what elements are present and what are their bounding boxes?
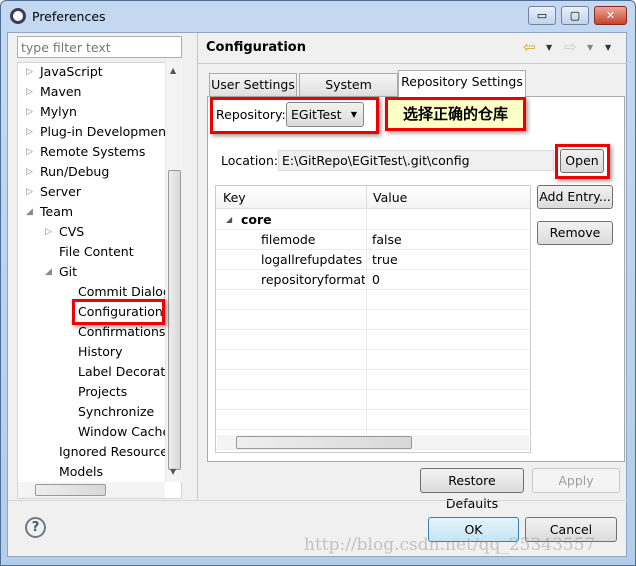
expand-icon[interactable]: ◢ [226,210,232,229]
column-value[interactable]: Value [373,190,407,205]
location-label: Location: [221,153,279,168]
value-cell: false [372,232,402,247]
scroll-up-icon[interactable]: ▲ [170,66,176,75]
tree-item[interactable]: Remote Systems [40,142,145,162]
value-cell: true [372,252,398,267]
table-header: Key Value [216,186,530,209]
apply-button[interactable]: Apply [532,468,620,493]
callout-note: 选择正确的仓库 [385,97,526,131]
tree-item[interactable]: Run/Debug [40,162,109,182]
tree-item[interactable]: Models [59,462,103,482]
splitter[interactable] [197,33,198,500]
back-dropdown-icon[interactable]: ▼ [546,43,552,52]
tree-item[interactable]: Server [40,182,81,202]
help-icon[interactable]: ? [25,517,46,538]
highlight-open [555,144,610,179]
tree-horizontal-scrollbar[interactable] [18,482,165,498]
tab-repository-settings[interactable]: Repository Settings [398,70,526,97]
tree-item[interactable]: File Content [59,242,134,262]
location-field[interactable]: E:\GitRepo\EGitTest\.git\config [278,150,554,171]
empty-row [216,350,530,370]
view-menu-icon[interactable]: ▼ [605,43,611,52]
config-table: Key Value ◢ core filemode false logallrefu… [215,185,531,453]
tree-item[interactable]: History [78,342,122,362]
add-entry-button[interactable]: Add Entry... [537,185,613,209]
key-cell: repositoryformatversion [261,272,365,287]
preference-tree: ▷ JavaScript ▷ Maven ▷ Mylyn ▷ Plug-in Developm… [17,62,182,499]
eclipse-icon [10,8,26,24]
expand-arrow-icon[interactable]: ▷ [26,147,33,157]
maximize-button[interactable]: ▢ [561,6,589,25]
tree-item[interactable]: Synchronize [78,402,154,422]
collapse-arrow-icon[interactable]: ◢ [45,267,52,277]
header-divider [198,63,627,64]
window-title: Preferences [32,9,106,24]
empty-row [216,330,530,350]
table-row[interactable]: logallrefupdates true [216,250,530,270]
minimize-button[interactable]: ▭ [528,6,556,25]
h-scroll-thumb[interactable] [35,484,106,496]
empty-row [216,390,530,410]
expand-arrow-icon[interactable]: ▷ [26,67,33,77]
table-row[interactable]: repositoryformatversion 0 [216,270,530,290]
tree-item[interactable]: Team [40,202,73,222]
tree-item[interactable]: Window Cache [78,422,170,442]
tree-item[interactable]: Ignored Resources [59,442,175,462]
forward-dropdown-icon[interactable]: ▼ [587,43,593,52]
highlight-repository [210,97,379,134]
tree-vertical-scrollbar[interactable]: ▲ ▼ [165,62,182,482]
watermark: http://blog.csdn.net/qq_25343557 [304,535,596,555]
column-key[interactable]: Key [223,190,246,205]
filter-input[interactable] [17,36,182,58]
expand-arrow-icon[interactable]: ▷ [26,127,33,137]
empty-row [216,370,530,390]
tree-item[interactable]: Mylyn [40,102,77,122]
section-name: core [241,212,272,227]
key-cell: logallrefupdates [261,252,363,267]
restore-defaults-button[interactable]: Restore Defaults [420,468,524,511]
tab-user-settings[interactable]: User Settings [209,73,297,96]
scroll-down-icon[interactable]: ▼ [170,467,176,476]
column-divider [366,186,367,209]
empty-row [216,410,530,430]
empty-row [216,310,530,330]
empty-row [216,430,530,450]
collapse-arrow-icon[interactable]: ◢ [26,207,33,217]
scroll-thumb[interactable] [168,170,181,470]
expand-arrow-icon[interactable]: ▷ [26,167,33,177]
expand-arrow-icon[interactable]: ▷ [26,107,33,117]
tab-system-settings[interactable]: System Settings [299,73,398,114]
expand-arrow-icon[interactable]: ▷ [26,87,33,97]
expand-arrow-icon[interactable]: ▷ [45,227,52,237]
back-arrow-icon[interactable]: ⇦ [523,38,536,56]
tree-item[interactable]: JavaScript [40,63,103,82]
expand-arrow-icon[interactable]: ▷ [26,187,33,197]
tree-item[interactable]: Plug-in Development [40,122,171,142]
key-cell: filemode [261,232,316,247]
footer-divider [8,500,627,501]
tree-item[interactable]: CVS [59,222,84,242]
remove-button[interactable]: Remove [537,221,613,245]
table-row-section[interactable]: ◢ core [216,210,530,230]
table-row[interactable]: filemode false [216,230,530,250]
forward-arrow-icon[interactable]: ⇨ [564,38,577,56]
tree-item[interactable]: Git [59,262,77,282]
close-button[interactable]: ✕ [594,6,627,25]
empty-row [216,290,530,310]
value-cell: 0 [372,272,380,287]
page-title: Configuration [206,40,306,55]
tree-item[interactable]: Maven [40,82,81,102]
highlight-configuration [72,299,165,325]
tree-item[interactable]: Projects [78,382,127,402]
